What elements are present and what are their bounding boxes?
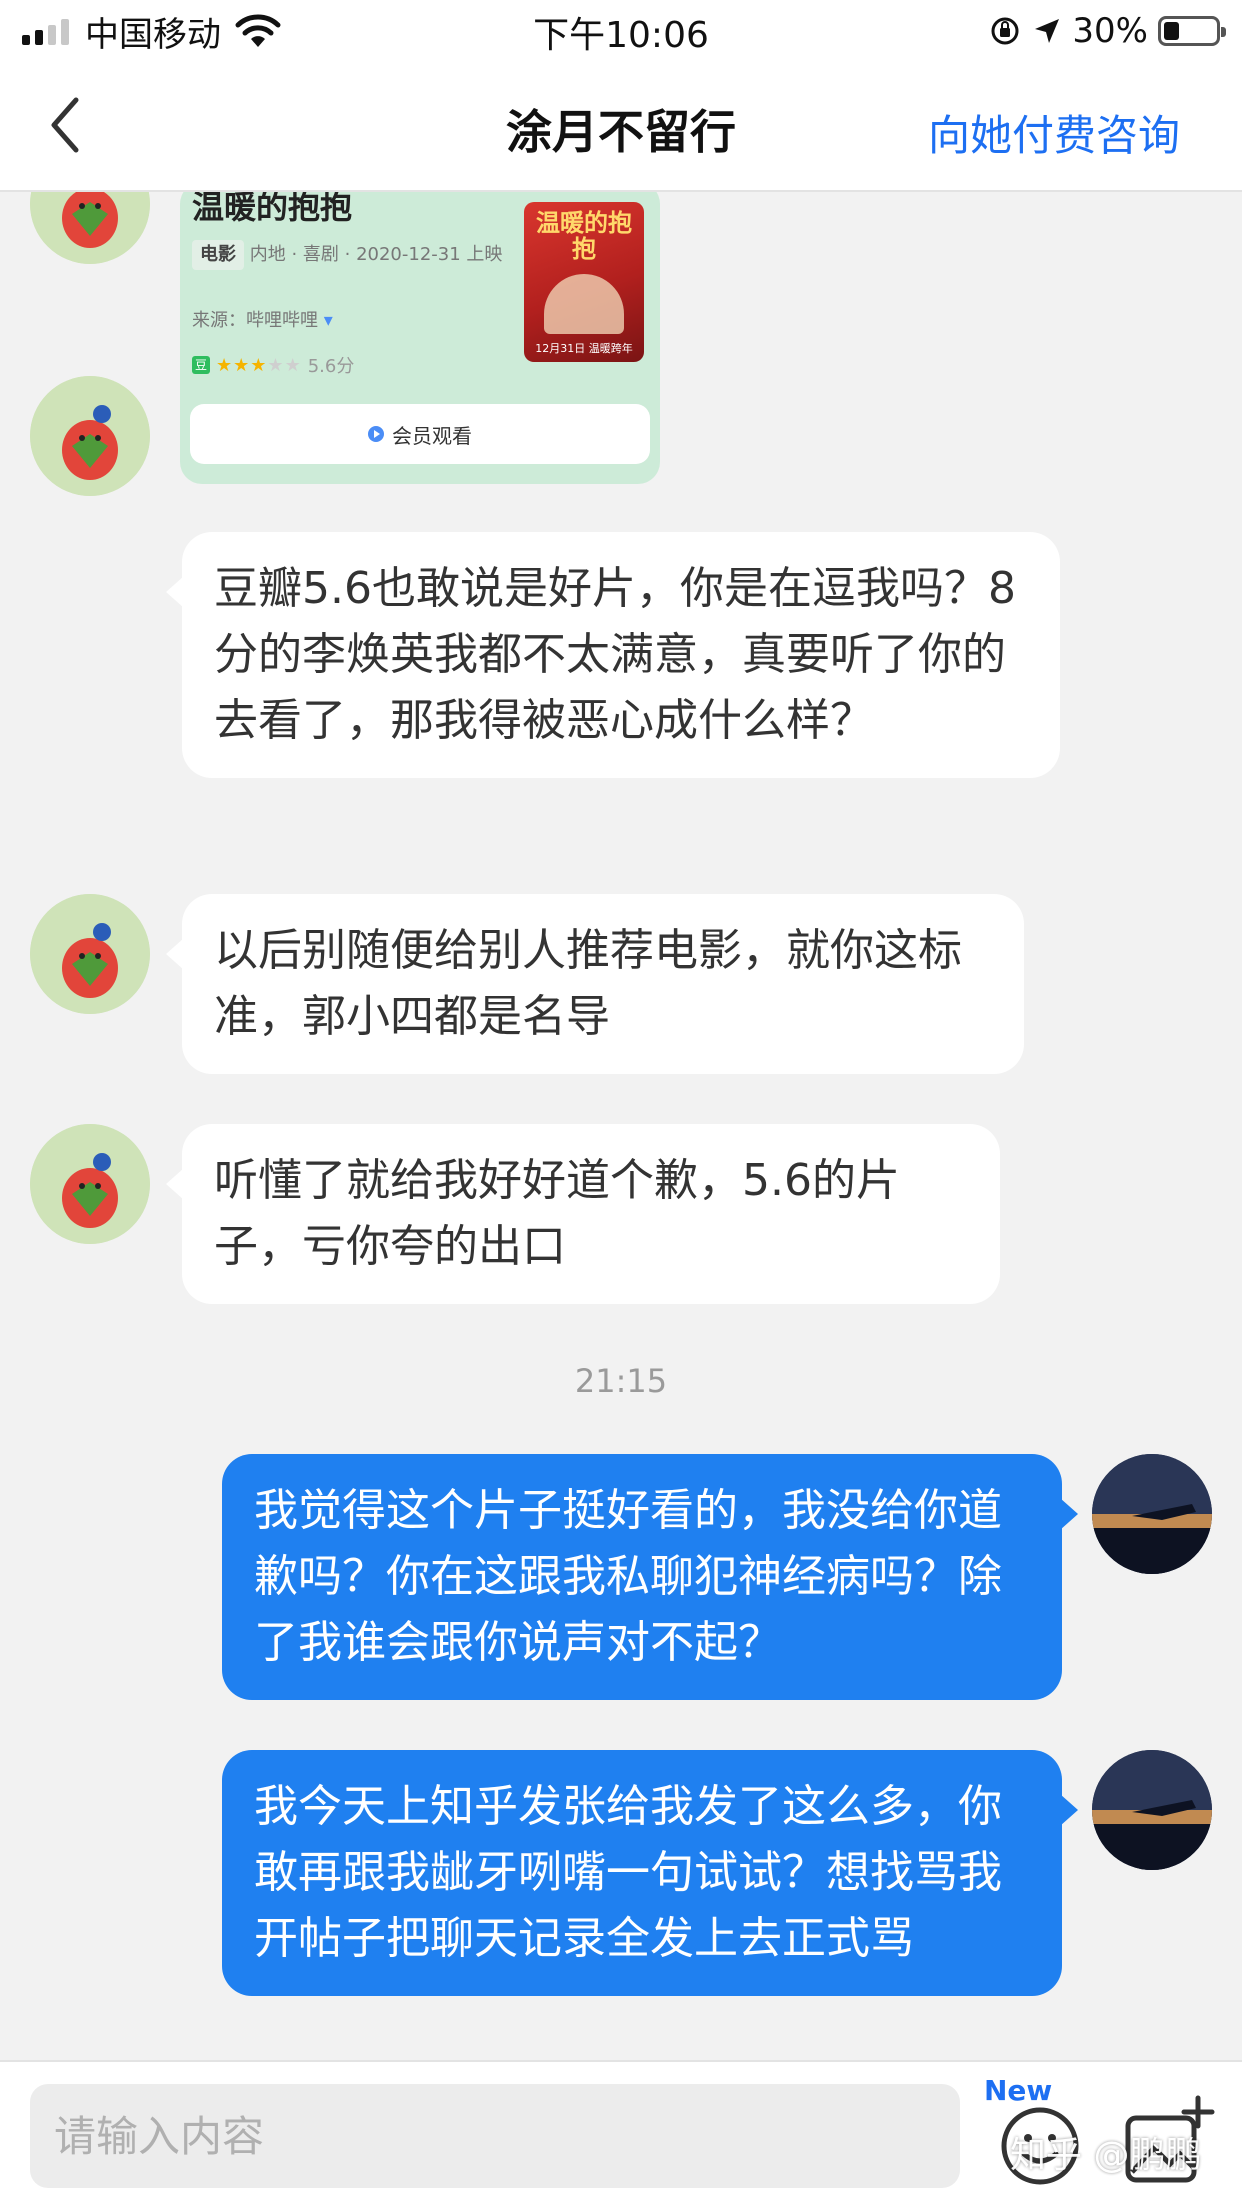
strawberry-avatar-icon [30,1124,150,1244]
star-filled-icon: ★ [233,354,251,376]
sky-avatar-icon [1092,1454,1212,1574]
movie-info: 内地 · 喜剧 · 2020-12-31 上映 [249,244,503,265]
movie-rating: 豆 ★★★★★ 5.6分 [192,352,354,378]
star-empty-icon: ★ [284,354,302,376]
star-empty-icon: ★ [267,354,285,376]
battery-level [1164,22,1179,40]
star-filled-icon: ★ [250,354,268,376]
message-bubble-sent[interactable]: 我觉得这个片子挺好看的，我没给你道歉吗？你在这跟我私聊犯神经病吗？除了我谁会跟你… [222,1454,1078,1700]
contact-avatar[interactable] [30,894,150,1014]
rating-score: 5.6分 [307,356,355,377]
dropdown-triangle-icon: ▾ [323,310,333,331]
contact-avatar[interactable] [30,192,150,264]
message-bubble-sent[interactable]: 我今天上知乎发张给我发了这么多，你敢再跟我龇牙咧嘴一句试试？想找骂我开帖子把聊天… [222,1750,1078,1996]
battery-percent: 30% [1072,11,1148,51]
user-avatar[interactable] [1092,1750,1212,1870]
message-timestamp: 21:15 [574,1362,668,1400]
nav-bar: 涂月不留行 向她付费咨询 [0,62,1242,192]
status-right: 30% [988,8,1226,54]
movie-poster[interactable]: 温暖的抱抱 12月31日 温暖跨年 [524,202,644,362]
zhihu-watermark: 知乎 @鹏鹏 [1010,2135,1202,2176]
strawberry-avatar-icon [30,192,150,264]
message-bubble-received[interactable]: 以后别随便给别人推荐电影，就你这标准，郭小四都是名导 [166,894,1024,1074]
contact-avatar[interactable] [30,376,150,496]
play-icon [368,426,384,442]
orientation-lock-icon [991,17,1019,45]
star-rating-icon: ★★★★★ [216,355,302,376]
member-watch-button[interactable]: 会员观看 [190,404,650,464]
strawberry-avatar-icon [30,894,150,1014]
poster-date: 12月31日 温暖跨年 [535,342,633,355]
message-bubble-received[interactable]: 豆瓣5.6也敢说是好片，你是在逗我吗？8分的李焕英我都不太满意，真要听了你的去看… [166,532,1060,778]
poster-figures [544,274,624,334]
movie-type-tag: 电影 [192,240,244,270]
douban-icon: 豆 [192,356,210,374]
location-arrow-icon [1035,19,1060,43]
status-bar: 中国移动 下午10:06 30% [0,0,1242,62]
battery-icon [1158,16,1226,46]
watch-label: 会员观看 [392,423,472,448]
message-bubble-received[interactable]: 听懂了就给我好好道个歉，5.6的片子，亏你夸的出口 [166,1124,1000,1304]
movie-source-text: 来源：哔哩哔哩 [192,310,318,331]
star-filled-icon: ★ [216,354,234,376]
movie-share-card[interactable]: 温暖的抱抱 电影 内地 · 喜剧 · 2020-12-31 上映 来源：哔哩哔哩… [180,192,660,484]
poster-title: 温暖的抱抱 [536,209,632,263]
movie-title: 温暖的抱抱 [192,192,353,226]
chat-messages[interactable]: 温暖的抱抱 电影 内地 · 喜剧 · 2020-12-31 上映 来源：哔哩哔哩… [0,192,1242,2060]
user-avatar[interactable] [1092,1454,1212,1574]
movie-meta: 电影 内地 · 喜剧 · 2020-12-31 上映 [192,240,512,270]
strawberry-avatar-icon [30,376,150,496]
paid-consult-button[interactable]: 向她付费咨询 [928,102,1180,163]
message-input[interactable] [30,2084,960,2188]
sky-avatar-icon [1092,1750,1212,1870]
movie-source: 来源：哔哩哔哩 ▾ [192,306,333,332]
contact-avatar[interactable] [30,1124,150,1244]
